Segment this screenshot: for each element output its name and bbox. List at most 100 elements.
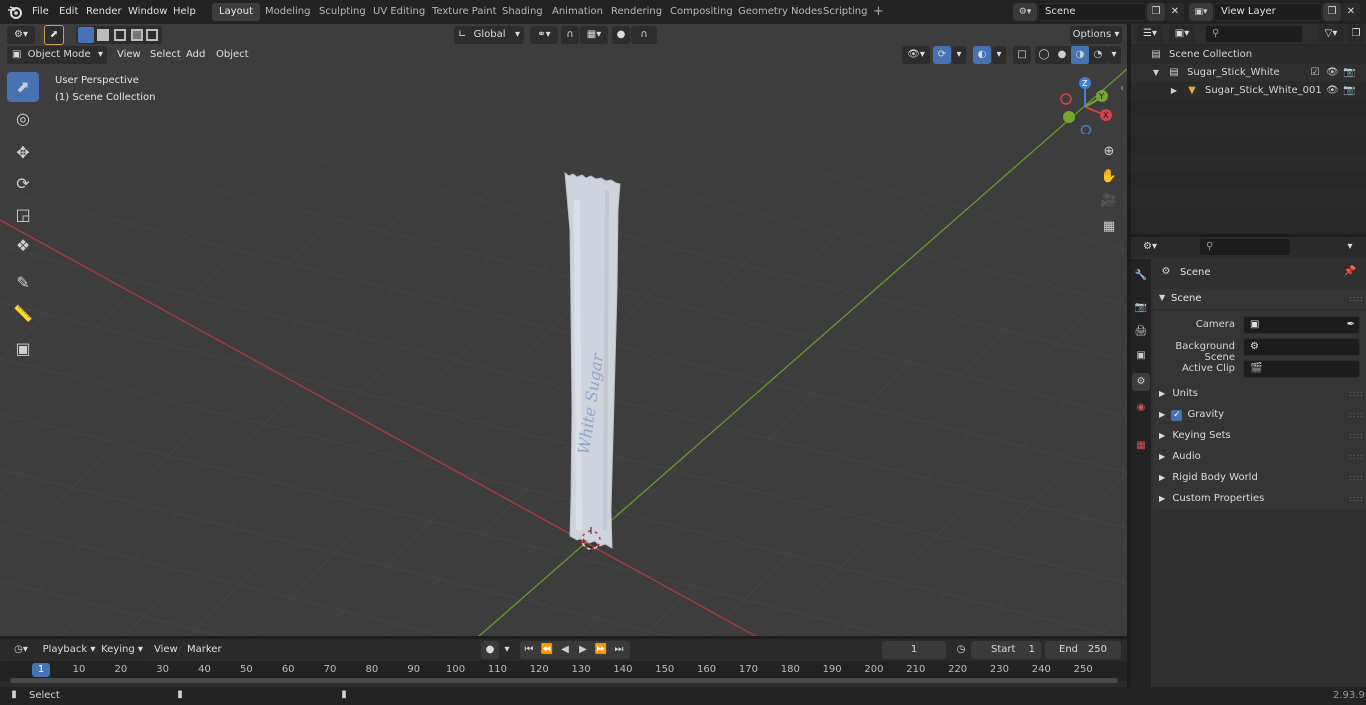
select-invert-icon[interactable]	[131, 29, 143, 41]
outliner-search-input[interactable]: ⚲	[1205, 25, 1303, 43]
new-collection-button[interactable]: ❐	[1348, 25, 1364, 43]
active-clip-field[interactable]: 🎬	[1243, 360, 1360, 378]
panel-gravity[interactable]: ▶ ✓ Gravity ::::	[1153, 404, 1366, 425]
snap-toggle[interactable]: ∩	[561, 26, 579, 44]
timeline-scrollbar[interactable]	[10, 678, 1118, 683]
add-cube-tool-icon[interactable]: ▣	[7, 334, 39, 364]
viewport-menu-select[interactable]: Select	[146, 46, 185, 64]
tab-animation[interactable]: Animation	[545, 3, 610, 21]
3d-cursor-icon[interactable]	[578, 527, 604, 553]
menu-file[interactable]: File	[28, 3, 53, 21]
keying-dropdown[interactable]: Keying ▾	[98, 641, 146, 659]
select-subtract-icon[interactable]	[114, 29, 126, 41]
scene-browse-button[interactable]: ⚙▾	[1013, 3, 1037, 21]
pin-icon[interactable]: 📌	[1343, 263, 1357, 281]
snap-target-button[interactable]: ▦▾	[580, 26, 608, 44]
outliner-row-sugar-stick-white[interactable]: ▼ ▤ Sugar_Stick_White ☑ 👁 📷	[1131, 64, 1366, 82]
camera-render-icon[interactable]: 📷	[1343, 64, 1355, 82]
current-frame-field[interactable]: 1	[882, 641, 946, 659]
timeline-editor-type[interactable]: ◷▾	[7, 641, 35, 659]
view-layer-browse-button[interactable]: ▣▾	[1189, 3, 1213, 21]
tab-uv-editing[interactable]: UV Editing	[366, 3, 432, 21]
cursor-tool-icon[interactable]: ◎	[7, 104, 39, 134]
drag-handle-icon[interactable]: ::::	[1349, 488, 1364, 509]
panel-scene-header[interactable]: ▼ Scene ::::	[1153, 289, 1366, 309]
include-checkbox-icon[interactable]: ☑	[1309, 64, 1321, 82]
end-frame-field[interactable]: End 250	[1045, 641, 1121, 659]
rotate-tool-icon[interactable]: ⟳	[7, 169, 39, 199]
output-tab-icon[interactable]: 🖨	[1132, 323, 1150, 341]
panel-custom-properties[interactable]: ▶ Custom Properties ::::	[1153, 488, 1366, 509]
drag-handle-icon[interactable]: ::::	[1349, 467, 1364, 488]
menu-help[interactable]: Help	[169, 3, 200, 21]
panel-audio[interactable]: ▶ Audio ::::	[1153, 446, 1366, 467]
menu-edit[interactable]: Edit	[55, 3, 82, 21]
properties-search-input[interactable]: ⚲	[1199, 238, 1291, 256]
viewport-menu-object[interactable]: Object	[212, 46, 253, 64]
drag-handle-icon[interactable]: ::::	[1349, 404, 1364, 425]
mode-dropdown[interactable]: ▣ Object Mode ▾	[7, 46, 107, 64]
start-frame-field[interactable]: Start 1	[971, 641, 1041, 659]
display-mode-button[interactable]: ▣▾	[1169, 25, 1195, 43]
gizmo-toggle[interactable]: ⟳	[933, 46, 951, 64]
tab-rendering[interactable]: Rendering	[604, 3, 669, 21]
tool-tab-icon[interactable]: 🔧	[1132, 267, 1150, 285]
eye-icon[interactable]: 👁	[1326, 82, 1339, 100]
falloff-button[interactable]: ∩	[631, 26, 657, 44]
editor-type-button[interactable]: ⚙▾	[7, 26, 35, 44]
scale-tool-icon[interactable]: ◲	[7, 200, 39, 230]
delete-view-layer-button[interactable]: ✕	[1342, 3, 1360, 21]
prev-keyframe-icon[interactable]: ⏪	[538, 641, 556, 659]
next-keyframe-icon[interactable]: ⏩	[592, 641, 610, 659]
properties-editor-type[interactable]: ⚙▾	[1137, 238, 1163, 256]
jump-end-icon[interactable]: ⏭	[610, 641, 628, 659]
camera-render-icon[interactable]: 📷	[1343, 82, 1355, 100]
shading-dropdown[interactable]: ▾	[1107, 46, 1121, 64]
tab-geometry-nodes[interactable]: Geometry Nodes	[731, 3, 829, 21]
expand-down-icon[interactable]: ▼	[1151, 64, 1161, 82]
navigation-gizmo[interactable]: Z Y X	[1055, 74, 1115, 134]
play-reverse-icon[interactable]: ◀	[556, 641, 574, 659]
visibility-button[interactable]: 👁▾	[902, 46, 930, 64]
select-new-icon[interactable]	[78, 27, 94, 43]
drag-handle-icon[interactable]: ::::	[1349, 425, 1364, 446]
new-view-layer-button[interactable]: ❐	[1323, 3, 1341, 21]
new-scene-button[interactable]: ❐	[1147, 3, 1165, 21]
eye-icon[interactable]: 👁	[1326, 64, 1339, 82]
view-layer-tab-icon[interactable]: ▣	[1132, 347, 1150, 365]
texture-tab-icon[interactable]: ▦	[1132, 437, 1150, 455]
properties-options-button[interactable]: ▾	[1341, 238, 1359, 256]
frame-ruler[interactable]: 1 10 20 30 40 50 60 70 80 90 100 110 120 130 140 150 16…	[0, 661, 1127, 683]
jump-start-icon[interactable]: ⏮	[520, 641, 538, 659]
drag-handle-icon[interactable]: ::::	[1349, 383, 1364, 404]
camera-field[interactable]: ▣ ✒	[1243, 316, 1360, 334]
background-scene-field[interactable]: ⚙	[1243, 338, 1360, 356]
select-extend-icon[interactable]	[97, 29, 109, 41]
playback-dropdown[interactable]: Playback ▾	[42, 641, 96, 659]
tab-layout[interactable]: Layout	[212, 3, 260, 21]
render-tab-icon[interactable]: 📷	[1132, 299, 1150, 317]
drag-handle-icon[interactable]: ::::	[1349, 446, 1364, 467]
material-preview-icon[interactable]: ◑	[1071, 46, 1089, 64]
options-dropdown[interactable]: Options ▾	[1070, 26, 1122, 44]
viewport-menu-view[interactable]: View	[113, 46, 145, 64]
menu-render[interactable]: Render	[82, 3, 126, 21]
tool-select-mode-button[interactable]: ⬈	[44, 25, 64, 45]
playhead-marker[interactable]: 1	[32, 663, 50, 677]
overlays-dropdown[interactable]: ▾	[992, 46, 1006, 64]
solid-shading-icon[interactable]: ●	[1053, 46, 1071, 64]
auto-key-dropdown[interactable]: ▾	[500, 641, 514, 659]
play-icon[interactable]: ▶	[574, 641, 592, 659]
sidebar-toggle-icon[interactable]: ‹	[1117, 80, 1127, 98]
delete-scene-button[interactable]: ✕	[1166, 3, 1184, 21]
outliner-row-root[interactable]: ▤ Scene Collection	[1131, 46, 1366, 64]
rendered-shading-icon[interactable]: ◔	[1089, 46, 1107, 64]
tab-modeling[interactable]: Modeling	[258, 3, 318, 21]
wireframe-shading-icon[interactable]: ◯	[1035, 46, 1053, 64]
menu-window[interactable]: Window	[124, 3, 171, 21]
scene-tab-icon[interactable]: ⚙	[1132, 373, 1150, 391]
perspective-toggle-icon[interactable]: ▦	[1099, 218, 1119, 236]
move-tool-icon[interactable]: ✥	[7, 138, 39, 168]
transform-orientation-dropdown[interactable]: ∟ Global ▾	[454, 26, 524, 44]
measure-tool-icon[interactable]: 📏	[7, 299, 39, 329]
